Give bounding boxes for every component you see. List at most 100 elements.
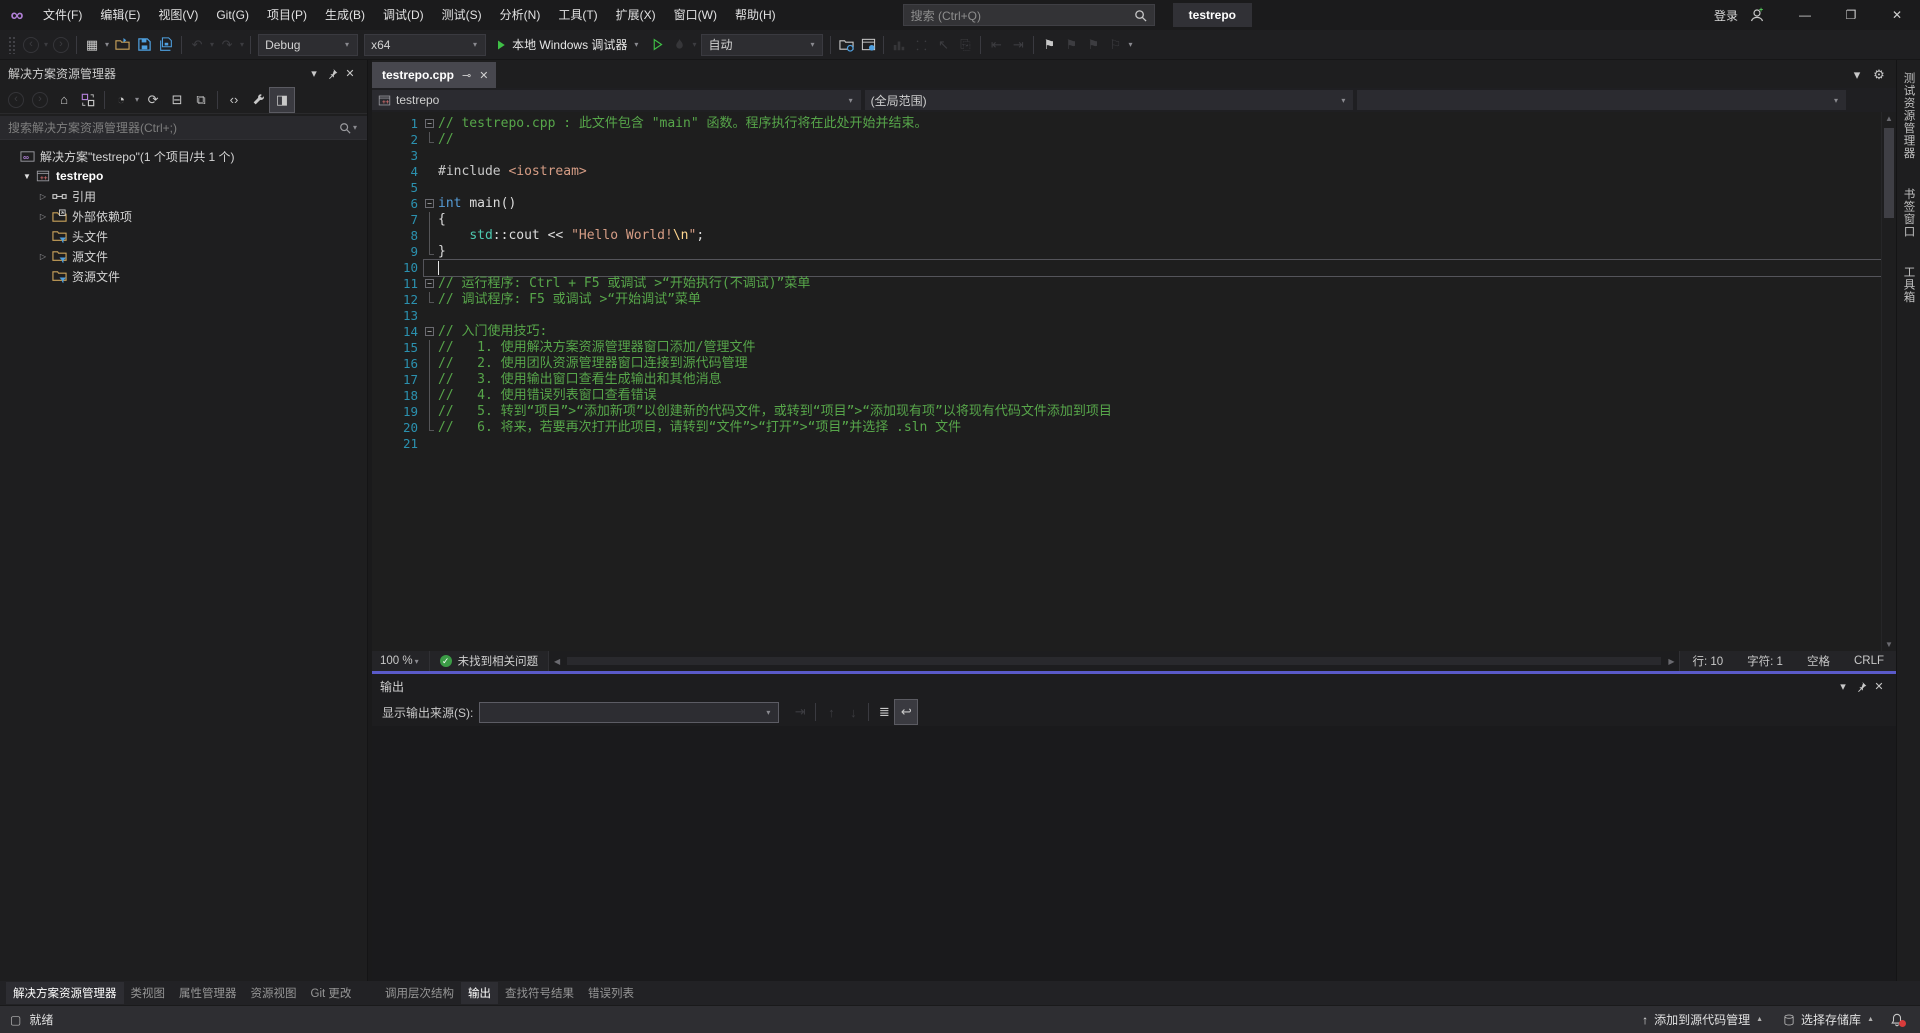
member-scope-combo[interactable]: ▾ [1357, 90, 1846, 110]
expand-arrow-icon[interactable]: ▷ [36, 192, 50, 201]
tool-tab-资源视图[interactable]: 资源视图 [244, 982, 304, 1004]
menu-编辑[interactable]: 编辑(E) [91, 0, 149, 30]
dropdown-caret-icon[interactable]: ▾ [133, 95, 141, 104]
menu-窗口[interactable]: 窗口(W) [665, 0, 726, 30]
tool-tab-输出[interactable]: 输出 [461, 982, 498, 1004]
dropdown-caret-icon[interactable]: ▾ [103, 40, 111, 49]
document-health-indicator[interactable]: ✓ 未找到相关问题 [429, 651, 549, 671]
view-code-icon[interactable]: ‹› [222, 88, 246, 112]
fold-toggle[interactable]: − [424, 196, 438, 212]
collapse-box-icon[interactable]: − [425, 199, 434, 208]
collapse-arrow-icon[interactable]: ▼ [20, 172, 34, 181]
zoom-control[interactable]: 100 %▾ [372, 651, 429, 671]
code-line-11[interactable]: 11−// 运行程序: Ctrl + F5 或调试 >“开始执行(不调试)”菜单 [372, 276, 1881, 292]
code-line-6[interactable]: 6−int main() [372, 196, 1881, 212]
minimize-button[interactable]: — [1782, 0, 1828, 30]
tool-tab-解决方案资源管理器[interactable]: 解决方案资源管理器 [6, 982, 124, 1004]
code-line-14[interactable]: 14−// 入门使用技巧: [372, 324, 1881, 340]
add-to-source-control-button[interactable]: ↑ 添加到源代码管理 ▲ [1632, 1006, 1773, 1033]
find-in-files-icon[interactable] [835, 33, 857, 57]
pin-icon[interactable] [1852, 677, 1870, 695]
show-all-files-icon[interactable]: ⧉ [189, 88, 213, 112]
sign-in-link[interactable]: 登录 [1714, 7, 1738, 24]
code-line-21[interactable]: 21 [372, 436, 1881, 452]
paste-icon[interactable]: ⎘ [954, 33, 976, 57]
pending-changes-filter-icon[interactable]: ◔ [109, 88, 133, 112]
save-icon[interactable] [133, 33, 155, 57]
collapse-box-icon[interactable]: − [425, 279, 434, 288]
autohide-tab-测试资源管理器[interactable]: 测试资源管理器 [1901, 66, 1917, 166]
fold-toggle[interactable]: − [424, 276, 438, 292]
code-line-4[interactable]: 4#include <iostream> [372, 164, 1881, 180]
tab-pin-icon[interactable]: ⊸ [462, 69, 471, 82]
document-tab-testrepo-cpp[interactable]: testrepo.cpp ⊸ ✕ [372, 62, 496, 88]
notifications-bell-icon[interactable] [1884, 1006, 1910, 1033]
background-tasks-icon[interactable]: ▢ [10, 1013, 21, 1027]
fold-toggle[interactable]: − [424, 324, 438, 340]
collapse-box-icon[interactable]: − [425, 119, 434, 128]
code-line-5[interactable]: 5 [372, 180, 1881, 196]
code-line-17[interactable]: 17// 3. 使用输出窗口查看生成输出和其他消息 [372, 372, 1881, 388]
properties-icon[interactable] [246, 88, 270, 112]
code-line-20[interactable]: 20// 6. 将来，若要再次打开此项目，请转到“文件”>“打开”>“项目”并选… [372, 420, 1881, 436]
window-position-chevron-icon[interactable]: ▾ [1834, 677, 1852, 695]
dropdown-caret-icon[interactable]: ▾ [42, 40, 50, 49]
nav-forward-icon[interactable]: › [50, 33, 72, 57]
tool-tab-类视图[interactable]: 类视图 [124, 982, 173, 1004]
dropdown-caret-icon[interactable]: ▾ [208, 40, 216, 49]
refresh-icon[interactable]: ⟳ [141, 88, 165, 112]
align-icon[interactable]: ⸬ [910, 33, 932, 57]
increase-indent-icon[interactable]: ⇥ [1007, 33, 1029, 57]
decrease-indent-icon[interactable]: ⇤ [985, 33, 1007, 57]
save-all-icon[interactable] [155, 33, 177, 57]
menu-项目[interactable]: 项目(P) [258, 0, 316, 30]
tool-tab-属性管理器[interactable]: 属性管理器 [172, 982, 244, 1004]
tree-item-引用[interactable]: ▷引用 [0, 186, 367, 206]
code-line-10[interactable]: 10 [372, 260, 1881, 276]
scrollbar-thumb[interactable] [1884, 128, 1894, 218]
goto-message-icon[interactable]: ⇥ [789, 700, 811, 724]
scroll-up-icon[interactable]: ▲ [1882, 114, 1896, 123]
dropdown-caret-icon[interactable]: ▾ [238, 40, 246, 49]
tab-close-icon[interactable]: ✕ [479, 69, 488, 82]
new-project-icon[interactable]: ▦ [81, 33, 103, 57]
autohide-tab-书签窗口[interactable]: 书签窗口 [1901, 182, 1917, 244]
tree-item-外部依赖项[interactable]: ▷外部依赖项 [0, 206, 367, 226]
word-wrap-icon[interactable]: ↩ [895, 700, 917, 724]
configuration-combo[interactable]: Debug▾ [258, 34, 358, 56]
home-icon[interactable]: ⌂ [52, 88, 76, 112]
code-line-16[interactable]: 16// 2. 使用团队资源管理器窗口连接到源代码管理 [372, 356, 1881, 372]
menu-分析[interactable]: 分析(N) [491, 0, 550, 30]
code-line-15[interactable]: 15// 1. 使用解决方案资源管理器窗口添加/管理文件 [372, 340, 1881, 356]
solution-search-box[interactable]: 搜索解决方案资源管理器(Ctrl+;) ▾ [0, 116, 367, 140]
forward-icon[interactable]: › [28, 88, 52, 112]
menu-视图[interactable]: 视图(V) [149, 0, 207, 30]
output-content[interactable] [372, 726, 1896, 981]
horizontal-scrollbar[interactable]: ◀ ▶ [548, 651, 1680, 671]
next-bookmark-icon[interactable]: ⚑ [1082, 33, 1104, 57]
solution-badge[interactable]: testrepo [1173, 3, 1252, 27]
tree-item-解决方案testrepo1个项目/共[interactable]: ∞解决方案"testrepo"(1 个项目/共 1 个) [0, 146, 367, 166]
code-line-18[interactable]: 18// 4. 使用错误列表窗口查看错误 [372, 388, 1881, 404]
dropdown-caret-icon[interactable]: ▾ [690, 40, 698, 49]
vertical-scrollbar[interactable]: ▲ ▼ [1881, 112, 1896, 651]
code-editor[interactable]: 1−// testrepo.cpp : 此文件包含 "main" 函数。程序执行… [372, 112, 1896, 651]
global-search-box[interactable]: 搜索 (Ctrl+Q) [903, 4, 1155, 26]
switch-views-icon[interactable] [76, 88, 100, 112]
output-source-combo[interactable]: ▾ [479, 702, 779, 723]
menu-调试[interactable]: 调试(D) [374, 0, 433, 30]
tool-tab-查找符号结果[interactable]: 查找符号结果 [498, 982, 581, 1004]
eol-indicator[interactable]: CRLF [1842, 655, 1896, 667]
window-position-chevron-icon[interactable]: ▾ [305, 64, 323, 82]
start-debugging-button[interactable]: 本地 Windows 调试器▾ [489, 33, 646, 57]
undo-icon[interactable]: ↶ [186, 33, 208, 57]
collapse-all-icon[interactable]: ⊟ [165, 88, 189, 112]
code-line-9[interactable]: 9} [372, 244, 1881, 260]
tree-item-源文件[interactable]: ▷源文件 [0, 246, 367, 266]
prev-bookmark-icon[interactable]: ⚑ [1060, 33, 1082, 57]
code-line-1[interactable]: 1−// testrepo.cpp : 此文件包含 "main" 函数。程序执行… [372, 116, 1881, 132]
search-icon[interactable] [1134, 9, 1147, 22]
code-line-13[interactable]: 13 [372, 308, 1881, 324]
tree-item-testrepo[interactable]: ▼++testrepo [0, 166, 367, 186]
code-line-2[interactable]: 2// [372, 132, 1881, 148]
